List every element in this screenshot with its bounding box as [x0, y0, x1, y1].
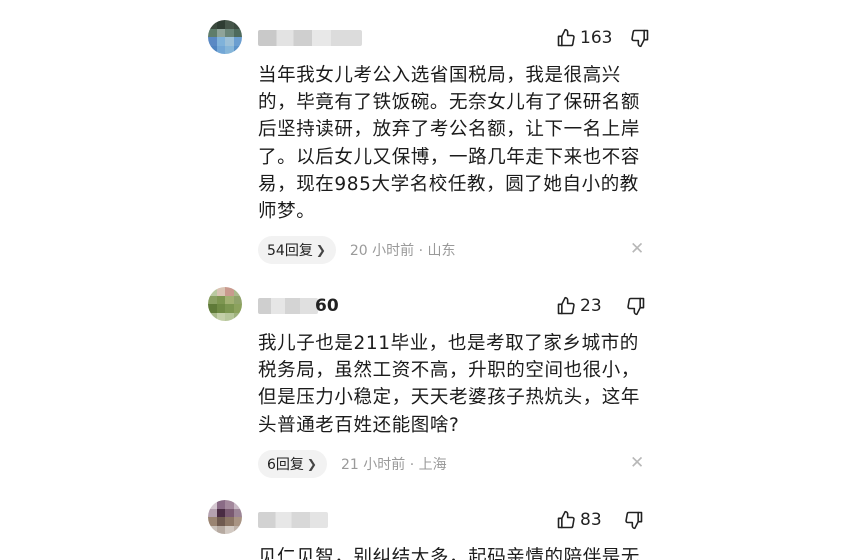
like-button[interactable]: 83 [556, 510, 602, 530]
thumbs-down-icon [624, 510, 644, 530]
like-count: 163 [580, 28, 613, 48]
comment-text: 我儿子也是211毕业，也是考取了家乡城市的 税务局，虽然工资不高，升职的空间也很… [258, 333, 641, 436]
replies-button[interactable]: 54回复 ❯ [258, 236, 336, 264]
avatar[interactable] [208, 500, 242, 534]
avatar[interactable] [208, 20, 242, 54]
close-icon[interactable]: ✕ [630, 241, 644, 258]
vote-bar: 23 [556, 296, 646, 316]
vote-bar: 163 [556, 28, 650, 48]
like-count: 83 [580, 510, 602, 530]
username-blurred[interactable] [258, 28, 362, 48]
reply-count: 54回复 [267, 243, 313, 259]
comment-meta: 54回复 ❯ 20 小时前 · 山东 [258, 236, 456, 264]
chevron-right-icon: ❯ [315, 243, 326, 257]
comment-time-location: 20 小时前 · 山东 [349, 243, 456, 259]
thumbs-up-icon [556, 28, 576, 48]
replies-button[interactable]: 6回复 ❯ [258, 450, 327, 478]
like-count: 23 [580, 296, 602, 316]
username-blurred[interactable] [258, 510, 328, 530]
thumbs-up-icon [556, 510, 576, 530]
close-icon[interactable]: ✕ [630, 455, 644, 472]
like-button[interactable]: 163 [556, 28, 612, 48]
like-button[interactable]: 23 [556, 296, 602, 316]
dislike-button[interactable] [624, 510, 644, 530]
vote-bar: 83 [556, 510, 644, 530]
dislike-button[interactable] [630, 28, 650, 48]
comment-text: 见仁见智，别纠结太多，起码亲情的陪伴是无 [258, 547, 641, 560]
thumbs-down-icon [626, 296, 646, 316]
dislike-button[interactable] [626, 296, 646, 316]
username-suffix: 60 [315, 296, 339, 316]
avatar[interactable] [208, 287, 242, 321]
thumbs-up-icon [556, 296, 576, 316]
chevron-right-icon: ❯ [306, 457, 317, 471]
comment-time-location: 21 小时前 · 上海 [340, 457, 447, 473]
reply-count: 6回复 [267, 457, 304, 473]
comment-text: 当年我女儿考公入选省国税局，我是很高兴 的，毕竟有了铁饭碗。无奈女儿有了保研名额… [258, 65, 641, 223]
thumbs-down-icon [630, 28, 650, 48]
username-blurred[interactable]: 60 [258, 296, 339, 316]
comment-meta: 6回复 ❯ 21 小时前 · 上海 [258, 450, 447, 478]
